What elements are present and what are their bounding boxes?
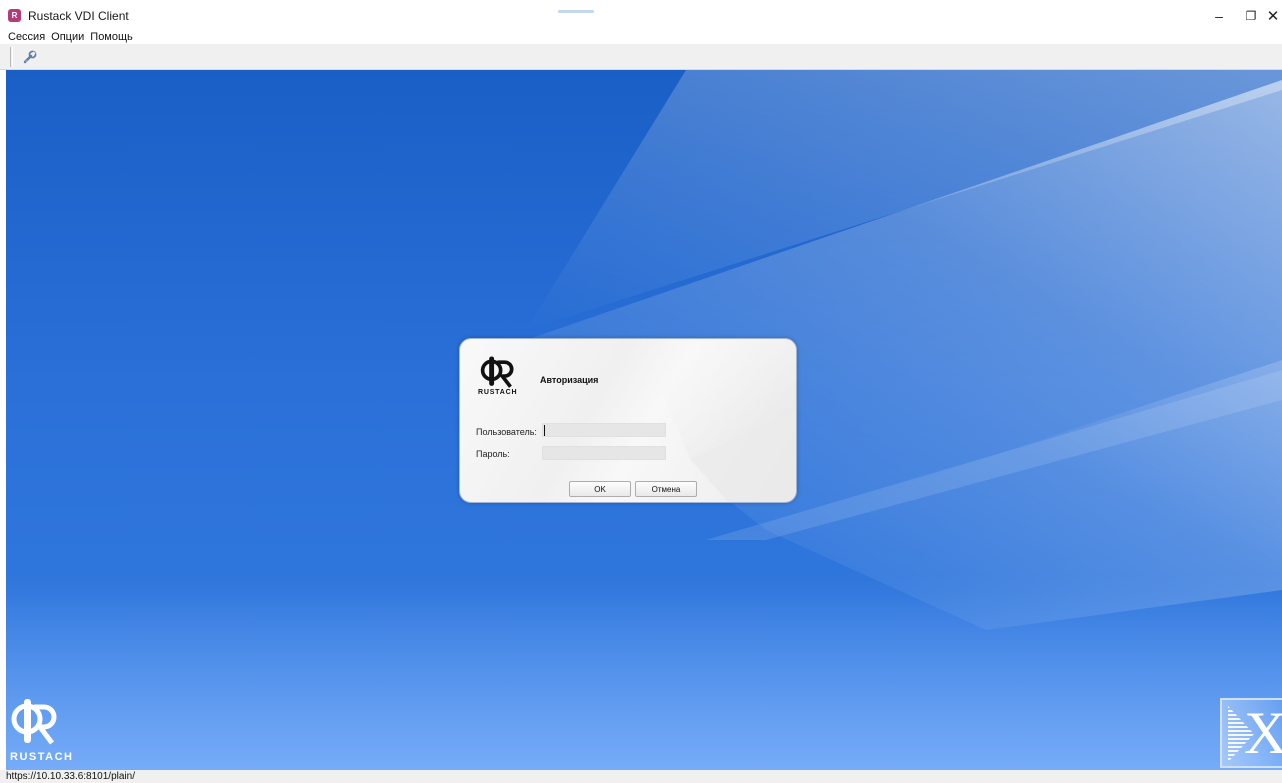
dialog-title: Авторизация: [540, 375, 599, 385]
menu-options[interactable]: Опции: [51, 31, 84, 44]
app-logo-icon: R: [8, 9, 21, 22]
rustack-logo-icon: [480, 356, 514, 388]
menu-bar: Сессия Опции Помощь: [0, 31, 1282, 44]
status-bar: https://10.10.33.6:8101/plain/: [0, 770, 1282, 783]
authorization-dialog: RUSTACH Авторизация Пользователь: Пароль…: [459, 338, 797, 503]
dialog-brand-logo: RUSTACH: [478, 354, 524, 398]
ok-button[interactable]: OK: [569, 481, 631, 497]
x-logo-letter: X: [1244, 700, 1282, 766]
window-title: Rustack VDI Client: [28, 9, 129, 23]
desktop-logo-wordmark: RUSTACH: [10, 751, 74, 763]
desktop-brand-logo: RUSTACH: [10, 695, 74, 767]
menu-help[interactable]: Помощь: [90, 31, 133, 44]
menu-session[interactable]: Сессия: [8, 31, 45, 44]
window-titlebar: R Rustack VDI Client – ❐ ✕: [0, 0, 1282, 31]
status-url: https://10.10.33.6:8101/plain/: [6, 771, 135, 782]
close-button[interactable]: ✕: [1250, 0, 1282, 31]
password-label: Пароль:: [476, 449, 510, 459]
title-accent-bar: [558, 10, 594, 13]
password-input[interactable]: [542, 446, 666, 460]
cancel-button[interactable]: Отмена: [635, 481, 697, 497]
dialog-logo-wordmark: RUSTACH: [478, 389, 518, 396]
text-caret: [544, 425, 545, 436]
wrench-icon: [23, 50, 37, 64]
x-server-logo: X: [1220, 698, 1282, 768]
rustack-logo-icon: [11, 699, 57, 745]
settings-button[interactable]: [20, 47, 40, 67]
toolbar: [0, 44, 1282, 70]
toolbar-grip[interactable]: [10, 47, 13, 67]
username-input[interactable]: [542, 423, 666, 437]
username-label: Пользователь:: [476, 427, 537, 437]
